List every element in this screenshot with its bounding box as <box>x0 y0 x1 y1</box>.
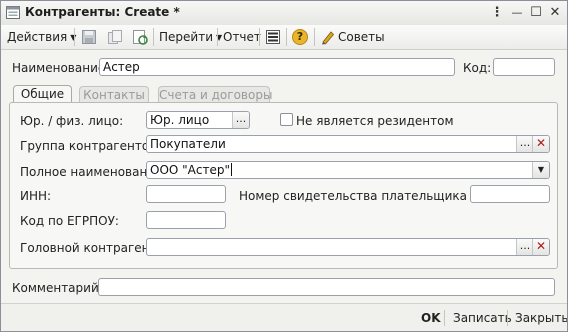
toolbar-separator <box>314 28 315 46</box>
save-disk-icon[interactable] <box>81 29 97 45</box>
ok-button[interactable]: OK <box>421 311 441 325</box>
parent-counterparty-field[interactable]: ... ✕ <box>146 238 550 256</box>
inn-field[interactable] <box>146 185 226 203</box>
full-name-dropdown-button[interactable]: ▼ <box>532 162 549 178</box>
vat-cert-field[interactable] <box>470 185 550 203</box>
parent-select-button[interactable]: ... <box>516 239 533 255</box>
toolbar: Действия▼ Перейти▼ Отчет ? <box>1 25 567 50</box>
goto-label: Перейти <box>159 30 213 44</box>
close-button[interactable]: Закрыть <box>515 311 567 325</box>
group-select-button[interactable]: ... <box>516 136 533 152</box>
egrpou-label: Код по ЕГРПОУ: <box>20 214 119 228</box>
nonresident-checkbox[interactable] <box>280 113 293 126</box>
document-form-icon <box>6 6 20 19</box>
name-label: Наименование: <box>12 61 110 75</box>
nonresident-label[interactable]: Не является резидентом <box>296 114 454 128</box>
actions-label: Действия <box>7 30 68 44</box>
legal-type-label: Юр. / физ. лицо: <box>20 114 124 128</box>
copy-icon[interactable] <box>107 29 123 45</box>
maximize-button[interactable]: ☐ <box>527 4 545 22</box>
tips-button[interactable]: Советы <box>338 28 385 46</box>
full-name-label: Полное наименование: <box>20 165 167 179</box>
parent-counterparty-label: Головной контрагент: <box>20 241 161 255</box>
help-icon[interactable]: ? <box>292 29 308 45</box>
footer-separator <box>444 310 445 326</box>
full-name-field[interactable]: ООО "Астер" ▼ <box>146 161 550 179</box>
full-name-value: ООО "Астер" <box>150 163 230 177</box>
goto-menu-button[interactable]: Перейти ▼ <box>159 28 222 46</box>
toolbar-separator <box>217 28 218 46</box>
legal-type-select-button[interactable]: ... <box>232 112 249 128</box>
toolbar-separator <box>259 28 260 46</box>
toolbar-separator <box>74 28 75 46</box>
footer-bar: OK Записать Закрыть <box>1 303 567 331</box>
window-title: Контрагенты: Create * <box>25 5 180 19</box>
inn-label: ИНН: <box>20 189 52 203</box>
title-bar[interactable]: Контрагенты: Create * ⋮ — ☐ ✕ <box>1 1 567 26</box>
structure-list-icon[interactable] <box>265 29 281 45</box>
toolbar-separator <box>153 28 154 46</box>
tab-accounts-contracts[interactable]: Счета и договоры <box>158 86 272 103</box>
window-menu-icon[interactable]: ⋮ <box>488 4 506 22</box>
save-button[interactable]: Записать <box>453 311 512 325</box>
egrpou-field[interactable] <box>146 211 226 229</box>
group-clear-button[interactable]: ✕ <box>532 136 549 152</box>
actions-menu-button[interactable]: Действия▼ <box>7 28 76 46</box>
code-label: Код: <box>463 61 492 75</box>
code-field[interactable] <box>493 58 555 76</box>
report-button[interactable]: Отчет <box>223 28 261 46</box>
counterparty-window: Контрагенты: Create * ⋮ — ☐ ✕ Действия▼ … <box>0 0 568 332</box>
tab-contacts[interactable]: Контакты <box>79 86 149 103</box>
parent-clear-button[interactable]: ✕ <box>532 239 549 255</box>
group-label: Группа контрагентов: <box>20 139 161 153</box>
toolbar-separator <box>286 28 287 46</box>
vat-cert-label: Номер свидетельства плательщика НДС: <box>239 189 502 203</box>
tips-pen-icon[interactable] <box>320 29 336 45</box>
footer-separator <box>507 310 508 326</box>
legal-type-field[interactable]: Юр. лицо ... <box>146 111 250 129</box>
name-field[interactable]: Астер <box>99 58 455 76</box>
text-cursor <box>231 163 232 176</box>
legal-type-value: Юр. лицо <box>150 113 210 127</box>
comment-label: Комментарий: <box>12 281 103 295</box>
close-window-button[interactable]: ✕ <box>546 4 564 22</box>
comment-field[interactable] <box>98 278 555 296</box>
minimize-button[interactable]: — <box>508 4 526 22</box>
group-value: Покупатели <box>150 137 226 151</box>
refresh-icon[interactable] <box>132 29 148 45</box>
group-field[interactable]: Покупатели ... ✕ <box>146 135 550 153</box>
